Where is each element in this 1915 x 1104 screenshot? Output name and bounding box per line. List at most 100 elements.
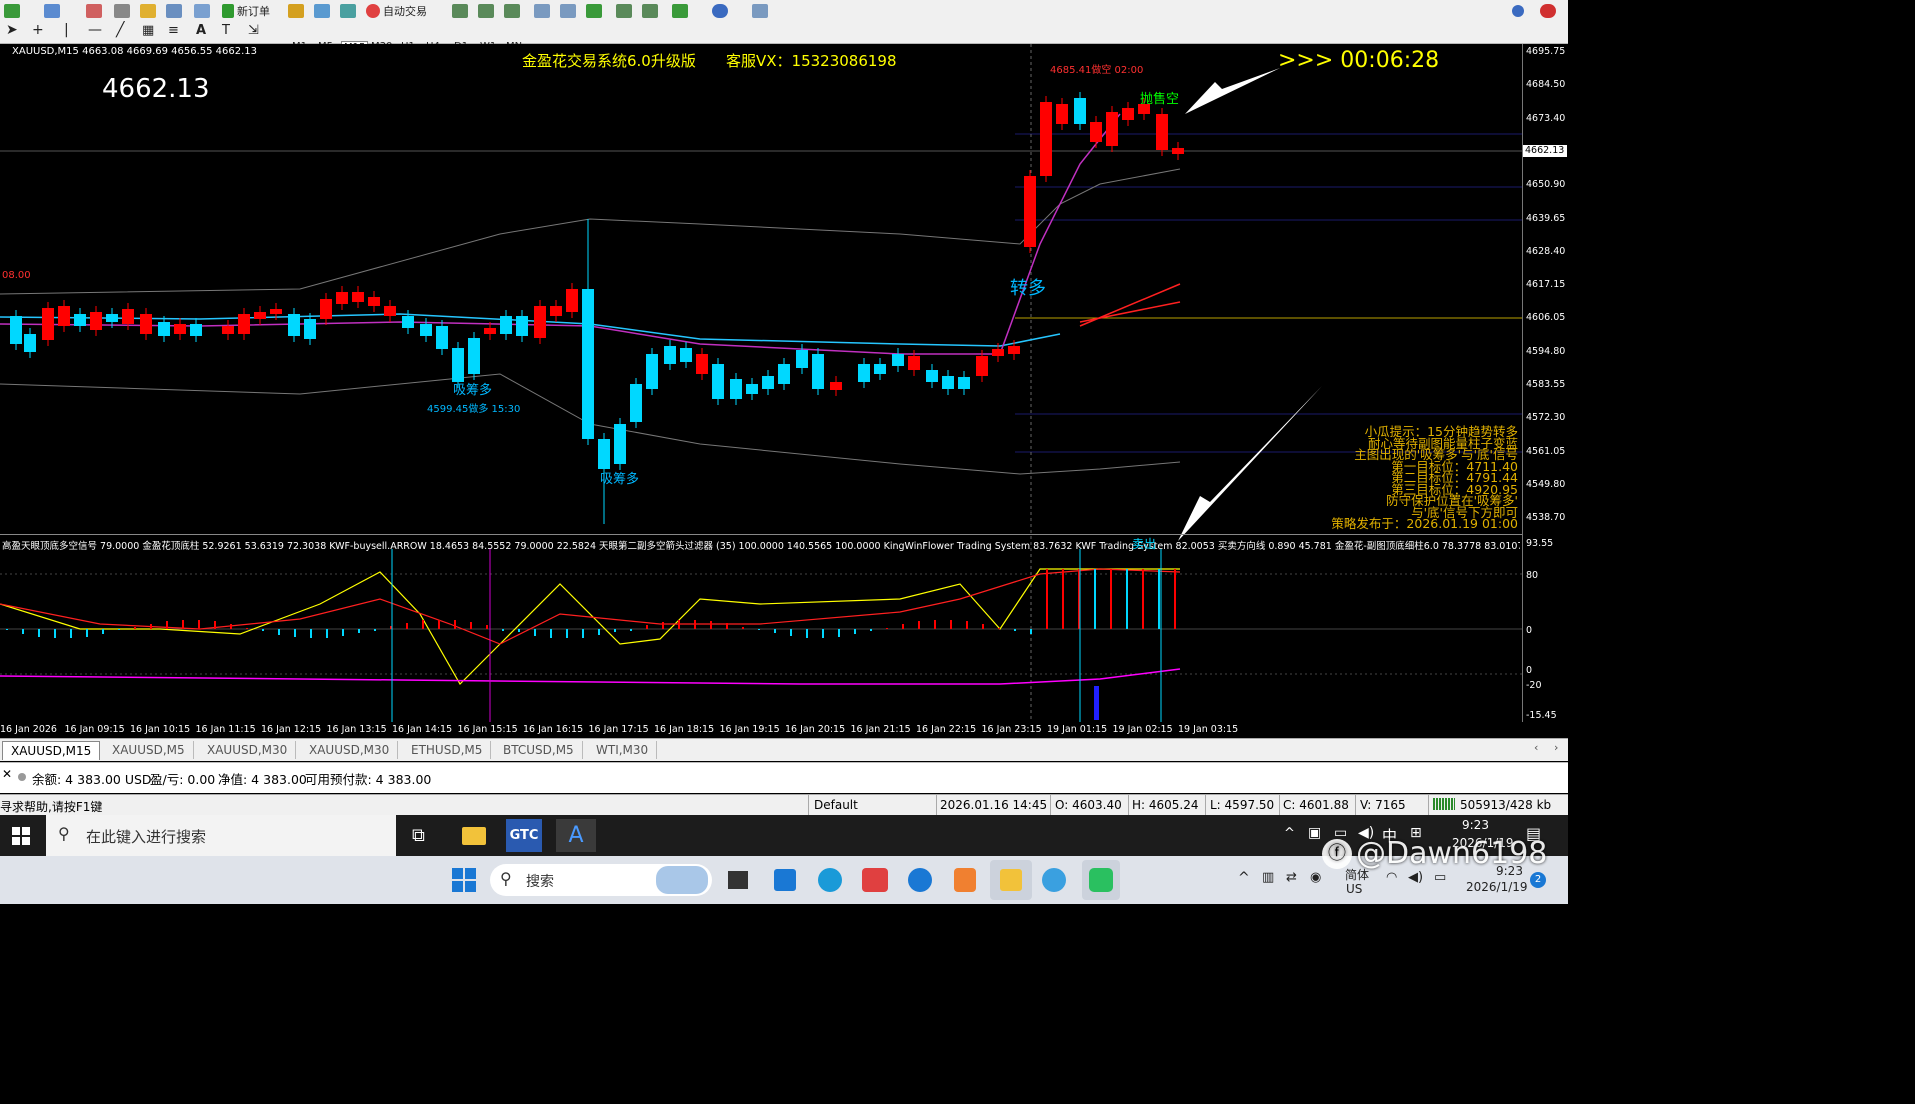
chart-shift-icon[interactable]: [642, 3, 658, 19]
periods-icon[interactable]: [712, 3, 728, 19]
speaker-icon[interactable]: ◀): [1408, 870, 1423, 885]
tray-expand-icon-2[interactable]: ^: [1238, 870, 1250, 886]
ime-region[interactable]: US: [1346, 882, 1362, 896]
tab-wti-m30[interactable]: WTI,M30: [588, 741, 658, 759]
metatrader-app-icon[interactable]: A: [556, 819, 596, 852]
widgets-icon[interactable]: [774, 869, 796, 891]
chat-app-icon[interactable]: [1042, 868, 1066, 892]
search-icon[interactable]: [1512, 3, 1524, 19]
trendline-icon[interactable]: ╱: [116, 22, 124, 38]
header-title: 金盈花交易系统6.0升级版: [522, 52, 696, 70]
price-chart[interactable]: XAUUSD,M15 4663.08 4669.69 4656.55 4662.…: [0, 44, 1522, 722]
time-axis-label: 16 Jan 23:15: [981, 724, 1042, 735]
windows-start-icon[interactable]: [12, 827, 30, 845]
close-icon[interactable]: ✕: [2, 767, 12, 781]
sell-signal-price: 4685.41做空 02:00: [1050, 65, 1144, 76]
time-axis-label: 19 Jan 01:15: [1047, 724, 1108, 735]
text-icon[interactable]: A: [196, 22, 206, 38]
task-view-icon-2[interactable]: [728, 871, 748, 889]
terminal-icon[interactable]: [166, 3, 182, 19]
auto-trade-button[interactable]: 自动交易: [366, 3, 427, 19]
zoom-in-icon[interactable]: [534, 3, 550, 19]
k-app-icon[interactable]: [908, 868, 932, 892]
tab-xauusd-m15[interactable]: XAUUSD,M15: [2, 741, 101, 760]
new-chart-icon[interactable]: [4, 3, 20, 19]
connection-icon[interactable]: [1433, 798, 1455, 810]
taskbar-search-box[interactable]: ⚲ 在此键入进行搜索: [46, 815, 396, 856]
tab-scroll-right-icon[interactable]: ›: [1554, 741, 1558, 754]
tester-icon[interactable]: [194, 3, 210, 19]
tab-btcusd-m5[interactable]: BTCUSD,M5: [495, 741, 583, 759]
windows-start-icon-2[interactable]: [452, 868, 476, 892]
line-chart-icon[interactable]: [504, 3, 520, 19]
profiles-icon[interactable]: [44, 3, 60, 19]
new-order-button[interactable]: 新订单: [222, 3, 270, 19]
sub-histogram-bar: [22, 629, 24, 634]
edge-browser-icon[interactable]: [818, 868, 842, 892]
gtc-app-icon[interactable]: GTC: [506, 819, 542, 852]
crosshair-icon[interactable]: +: [32, 22, 44, 38]
market-watch-icon[interactable]: [86, 3, 102, 19]
tab-xauusd-m5[interactable]: XAUUSD,M5: [104, 741, 194, 759]
text-label-icon[interactable]: T: [222, 22, 230, 38]
file-explorer-icon[interactable]: [462, 827, 486, 845]
candle-body: [1156, 114, 1168, 150]
tab-ethusd-m5[interactable]: ETHUSD,M5: [403, 741, 492, 759]
autoscroll-icon[interactable]: [616, 3, 632, 19]
clock-time[interactable]: 9:23: [1462, 818, 1489, 832]
arrows-icon[interactable]: ⇲: [248, 22, 259, 38]
templates-icon[interactable]: [752, 3, 768, 19]
tray-icon-1[interactable]: ▥: [1262, 870, 1274, 885]
market-icon[interactable]: [340, 3, 356, 19]
tab-xauusd-m30-2[interactable]: XAUUSD,M30: [301, 741, 399, 759]
chart-app-icon[interactable]: [954, 868, 976, 892]
cursor-icon[interactable]: ➤: [6, 22, 18, 38]
notification-icon[interactable]: [1540, 3, 1556, 19]
active-app-slot[interactable]: [990, 860, 1032, 900]
candle-body: [304, 319, 316, 339]
tray-icon-3[interactable]: ◉: [1310, 870, 1321, 885]
sub-sell-label: 卖出: [1132, 537, 1157, 551]
horizontal-line-icon[interactable]: —: [88, 22, 102, 38]
wechat-app-slot[interactable]: [1082, 860, 1120, 900]
wifi-icon[interactable]: ◠: [1386, 870, 1397, 885]
tray-expand-icon[interactable]: ^: [1284, 826, 1295, 841]
clock-date-2[interactable]: 2026/1/19: [1466, 880, 1528, 894]
current-price-tag: 4662.13: [1523, 145, 1567, 157]
tab-scroll-left-icon[interactable]: ‹: [1534, 741, 1538, 754]
battery-icon[interactable]: ▭: [1434, 870, 1446, 885]
favorites-icon[interactable]: [140, 3, 156, 19]
huawei-app-icon[interactable]: [862, 868, 888, 892]
time-axis[interactable]: 16 Jan 2026 16 Jan 09:15 16 Jan 10:15 16 Ja…: [0, 722, 1568, 738]
tile-windows-icon[interactable]: [586, 3, 602, 19]
tab-xauusd-m30[interactable]: XAUUSD,M30: [199, 741, 297, 759]
indicators-icon[interactable]: [672, 3, 688, 19]
candle-body: [222, 326, 234, 334]
notification-badge[interactable]: 2: [1530, 872, 1546, 888]
candle-body: [270, 309, 282, 314]
candle-body: [500, 316, 512, 334]
sub-histogram-bar: [246, 628, 248, 629]
taskbar-search-box-2[interactable]: ⚲ 搜索: [490, 864, 712, 896]
price-axis-label: 4684.50: [1526, 79, 1566, 91]
subwindow-divider[interactable]: [0, 534, 1522, 535]
tray-app-icon[interactable]: ▣: [1308, 825, 1321, 841]
sub-histogram-bar: [1158, 569, 1160, 629]
fibonacci-icon[interactable]: ≡: [168, 22, 179, 38]
price-axis[interactable]: 4695.75 4684.50 4673.40 4662.13 4650.90 4639.…: [1522, 44, 1569, 722]
candle-chart-icon[interactable]: [478, 3, 494, 19]
sub-histogram-bar: [230, 624, 232, 629]
signals-icon[interactable]: [314, 3, 330, 19]
countdown: >>> 00:06:28: [1278, 48, 1440, 73]
price-axis-label: 4594.80: [1526, 345, 1566, 357]
vertical-line-icon[interactable]: |: [64, 22, 69, 38]
candle-body: [830, 382, 842, 390]
bar-chart-icon[interactable]: [452, 3, 468, 19]
metaeditor-icon[interactable]: [288, 3, 304, 19]
navigator-icon[interactable]: [114, 3, 130, 19]
zoom-out-icon[interactable]: [560, 3, 576, 19]
sub-histogram-bar: [918, 621, 920, 629]
tray-icon-2[interactable]: ⇄: [1286, 870, 1297, 885]
channel-icon[interactable]: ▦: [142, 22, 154, 38]
task-view-icon[interactable]: ⧉: [412, 825, 425, 846]
